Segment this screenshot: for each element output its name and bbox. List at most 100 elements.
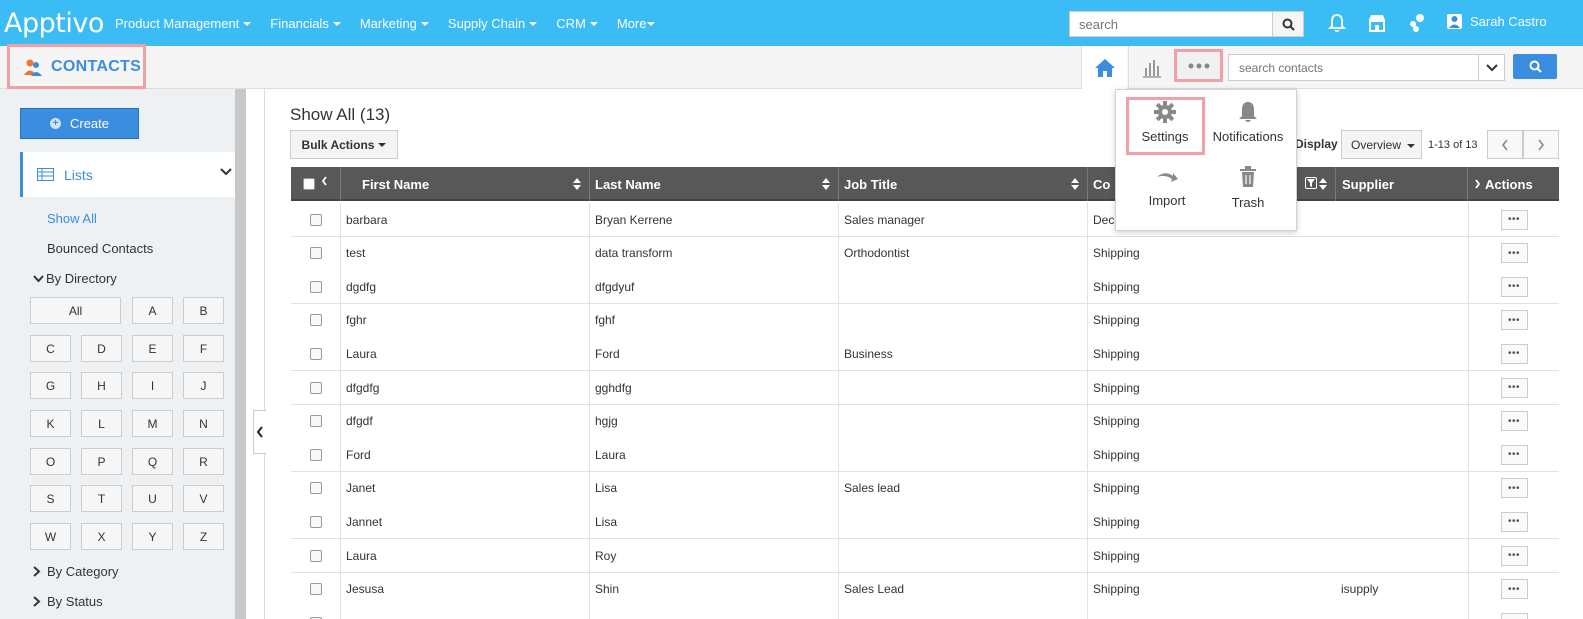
next-page-button[interactable] xyxy=(1523,130,1559,159)
row-checkbox[interactable] xyxy=(309,482,322,495)
row-checkbox[interactable] xyxy=(309,415,322,428)
contact-search-button[interactable] xyxy=(1513,54,1557,79)
directory-letter-button[interactable]: L xyxy=(81,410,122,437)
directory-letter-button[interactable]: H xyxy=(81,372,122,399)
nav-product-management[interactable]: Product Management xyxy=(115,16,252,31)
nav-crm[interactable]: CRM xyxy=(556,16,598,31)
row-actions-button[interactable]: ••• xyxy=(1500,377,1528,398)
directory-all-button[interactable]: All xyxy=(30,297,121,324)
directory-letter-button[interactable]: I xyxy=(132,372,173,399)
table-row[interactable]: ••• xyxy=(291,606,1559,619)
row-actions-button[interactable]: ••• xyxy=(1500,411,1528,432)
display-mode-select[interactable]: Overview xyxy=(1341,130,1422,159)
column-header-first-name[interactable]: First Name xyxy=(341,167,590,201)
menu-item-settings[interactable]: Settings xyxy=(1138,100,1192,144)
directory-letter-button[interactable]: V xyxy=(183,485,224,512)
row-actions-button[interactable]: ••• xyxy=(1500,243,1528,264)
nav-marketing[interactable]: Marketing xyxy=(360,16,429,31)
directory-letter-button[interactable]: P xyxy=(81,448,122,475)
row-actions-button[interactable]: ••• xyxy=(1500,612,1528,619)
row-checkbox[interactable] xyxy=(309,583,322,596)
column-header-supplier[interactable]: Supplier xyxy=(1336,167,1468,201)
directory-letter-button[interactable]: G xyxy=(30,372,71,399)
directory-letter-button[interactable]: X xyxy=(81,523,122,550)
table-row[interactable]: dgdfg dfgdyuf Shipping ••• xyxy=(291,270,1559,305)
directory-letter-button[interactable]: Y xyxy=(132,523,173,550)
directory-letter-button[interactable]: K xyxy=(30,410,71,437)
more-options-button[interactable] xyxy=(1174,49,1223,82)
sidebar-item-show-all[interactable]: Show All xyxy=(47,211,97,226)
row-actions-button[interactable]: ••• xyxy=(1500,276,1528,297)
sidebar-group-by-category[interactable]: By Category xyxy=(33,564,119,579)
nav-financials[interactable]: Financials xyxy=(270,16,341,31)
directory-letter-button[interactable]: D xyxy=(81,335,122,362)
directory-letter-button[interactable]: S xyxy=(30,485,71,512)
apptivo-logo[interactable]: Apptivo xyxy=(4,8,104,39)
table-row[interactable]: fghr fghf Shipping ••• xyxy=(291,303,1559,338)
directory-letter-button[interactable]: F xyxy=(183,335,224,362)
nav-supply-chain[interactable]: Supply Chain xyxy=(448,16,538,31)
directory-letter-button[interactable]: Z xyxy=(183,523,224,550)
table-row[interactable]: dfgdf hgjg Shipping ••• xyxy=(291,404,1559,439)
global-search-button[interactable] xyxy=(1272,12,1303,36)
directory-letter-button[interactable]: E xyxy=(132,335,173,362)
row-actions-button[interactable]: ••• xyxy=(1500,579,1528,600)
row-actions-button[interactable]: ••• xyxy=(1500,478,1528,499)
reports-button[interactable] xyxy=(1128,46,1174,89)
chevron-left-icon[interactable] xyxy=(321,176,328,186)
table-row[interactable]: barbara Bryan Kerrene Sales manager Dec ••• xyxy=(291,203,1559,237)
row-actions-button[interactable]: ••• xyxy=(1500,343,1528,364)
directory-letter-button[interactable]: A xyxy=(132,297,173,324)
bulk-actions-button[interactable]: Bulk Actions xyxy=(290,130,398,159)
row-checkbox[interactable] xyxy=(309,549,322,562)
directory-letter-button[interactable]: J xyxy=(183,372,224,399)
table-row[interactable]: Laura Ford Business Shipping ••• xyxy=(291,337,1559,372)
table-row[interactable]: test data transform Orthodontist Shipping ••… xyxy=(291,236,1559,271)
menu-item-trash[interactable]: Trash xyxy=(1224,166,1272,210)
table-row[interactable]: dfgdfg gghdfg Shipping ••• xyxy=(291,371,1559,405)
directory-letter-button[interactable]: O xyxy=(30,448,71,475)
notifications-bell-button[interactable] xyxy=(1326,12,1348,34)
row-actions-button[interactable]: ••• xyxy=(1500,545,1528,566)
directory-letter-button[interactable]: W xyxy=(30,523,71,550)
directory-letter-button[interactable]: U xyxy=(132,485,173,512)
row-checkbox[interactable] xyxy=(309,381,322,394)
column-header-actions[interactable]: Actions xyxy=(1468,167,1559,201)
row-actions-button[interactable]: ••• xyxy=(1500,209,1528,230)
table-row[interactable]: Laura Roy Shipping ••• xyxy=(291,539,1559,573)
row-checkbox[interactable] xyxy=(309,347,322,360)
contact-search-input[interactable] xyxy=(1229,55,1477,80)
column-header-job-title[interactable]: Job Title xyxy=(839,167,1088,201)
sidebar-group-by-status[interactable]: By Status xyxy=(33,594,103,609)
row-actions-button[interactable]: ••• xyxy=(1500,444,1528,465)
directory-letter-button[interactable]: R xyxy=(183,448,224,475)
directory-letter-button[interactable]: N xyxy=(183,410,224,437)
nav-more[interactable]: More xyxy=(617,16,656,31)
row-checkbox[interactable] xyxy=(309,213,322,226)
menu-item-import[interactable]: Import xyxy=(1143,168,1191,208)
row-checkbox[interactable] xyxy=(309,280,322,293)
global-search-input[interactable] xyxy=(1070,12,1273,36)
table-row[interactable]: Jesusa Shin Sales Lead Shipping isupply ••• xyxy=(291,572,1559,607)
table-row[interactable]: Jannet Lisa Shipping ••• xyxy=(291,505,1559,540)
menu-item-notifications[interactable]: Notifications xyxy=(1212,100,1284,144)
create-button[interactable]: + Create xyxy=(20,108,139,139)
sidebar-group-by-directory[interactable]: By Directory xyxy=(33,271,117,286)
table-row[interactable]: Janet Lisa Sales lead Shipping ••• xyxy=(291,471,1559,506)
home-button[interactable] xyxy=(1081,46,1127,89)
lists-panel-toggle[interactable]: Lists xyxy=(20,152,235,197)
row-checkbox[interactable] xyxy=(309,448,322,461)
filter-icon[interactable] xyxy=(1305,177,1317,189)
row-checkbox[interactable] xyxy=(309,515,322,528)
row-checkbox[interactable] xyxy=(309,247,322,260)
sidebar-scrollbar[interactable] xyxy=(235,89,246,619)
directory-letter-button[interactable]: Q xyxy=(132,448,173,475)
row-actions-button[interactable]: ••• xyxy=(1500,511,1528,532)
directory-letter-button[interactable]: C xyxy=(30,335,71,362)
row-actions-button[interactable]: ••• xyxy=(1500,310,1528,331)
select-all-checkbox[interactable] xyxy=(303,178,315,190)
search-filter-dropdown[interactable] xyxy=(1478,55,1504,80)
user-menu[interactable]: Sarah Castro xyxy=(1447,14,1547,29)
app-store-button[interactable] xyxy=(1366,12,1388,34)
sidebar-item-bounced-contacts[interactable]: Bounced Contacts xyxy=(47,241,153,256)
